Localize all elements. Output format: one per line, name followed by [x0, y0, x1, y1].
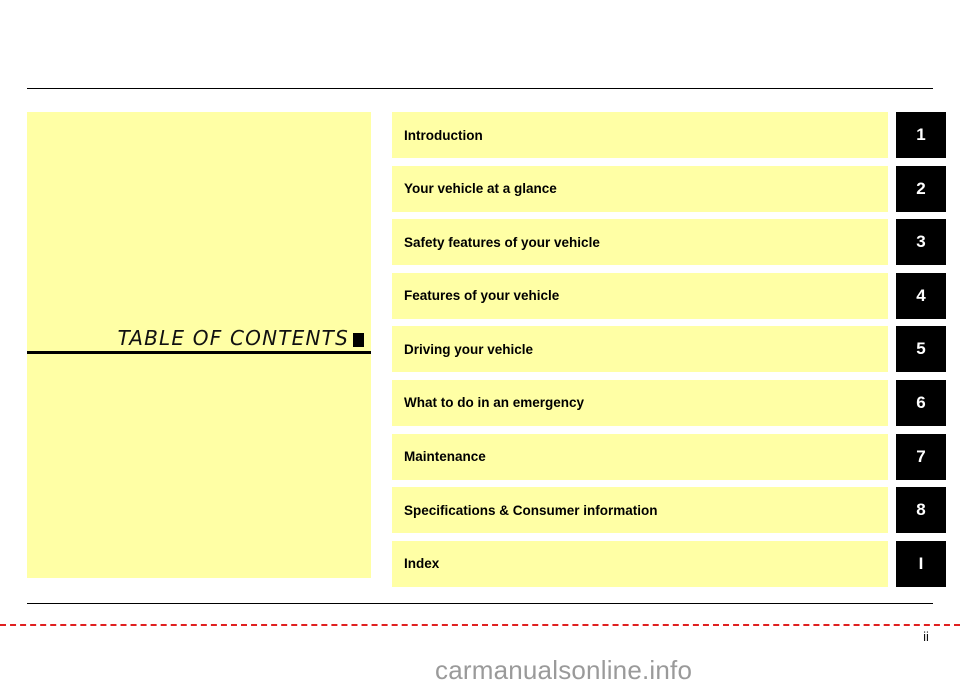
toc-entry[interactable]: Index I: [392, 540, 946, 587]
toc-entry-tab[interactable]: 5: [896, 326, 946, 373]
toc-entry[interactable]: Safety features of your vehicle 3: [392, 219, 946, 266]
watermark: carmanualsonline.info: [435, 655, 693, 685]
toc-entry[interactable]: Specifications & Consumer information 8: [392, 487, 946, 534]
toc-entry-label: Safety features of your vehicle: [392, 219, 888, 266]
page-title: TABLE OF CONTENTS: [117, 326, 349, 350]
toc-entry-tab[interactable]: 7: [896, 433, 946, 480]
toc-entry-label: Your vehicle at a glance: [392, 165, 888, 212]
toc-entry[interactable]: Introduction 1: [392, 112, 946, 158]
toc-entry-label: Maintenance: [392, 433, 888, 480]
toc-entry-tab[interactable]: 2: [896, 165, 946, 212]
toc-entry[interactable]: Your vehicle at a glance 2: [392, 165, 946, 212]
toc-entry[interactable]: Maintenance 7: [392, 433, 946, 480]
bottom-divider: [27, 603, 933, 604]
title-square-marker: [353, 333, 364, 347]
toc-entry-tab[interactable]: I: [896, 540, 946, 587]
toc-entry[interactable]: What to do in an emergency 6: [392, 379, 946, 426]
page-number: ii: [923, 629, 929, 644]
toc-entry-label: Introduction: [392, 112, 888, 158]
toc-entry-label: Driving your vehicle: [392, 326, 888, 373]
toc-entry-tab[interactable]: 8: [896, 487, 946, 534]
toc-entry[interactable]: Driving your vehicle 5: [392, 326, 946, 373]
toc-entry-label: Specifications & Consumer information: [392, 487, 888, 534]
manual-page: TABLE OF CONTENTS Introduction 1 Your ve…: [0, 0, 960, 690]
toc-entry-tab[interactable]: 6: [896, 379, 946, 426]
cut-line: [0, 624, 960, 626]
toc-entry-tab[interactable]: 1: [896, 112, 946, 158]
toc-entry[interactable]: Features of your vehicle 4: [392, 272, 946, 319]
toc-entry-label: Features of your vehicle: [392, 272, 888, 319]
toc-entry-tab[interactable]: 4: [896, 272, 946, 319]
toc-entry-label: Index: [392, 540, 888, 587]
toc-rows: Introduction 1 Your vehicle at a glance …: [392, 112, 946, 594]
toc-entry-tab[interactable]: 3: [896, 219, 946, 266]
title-underline: [27, 351, 371, 354]
toc-entry-label: What to do in an emergency: [392, 379, 888, 426]
top-divider: [27, 88, 933, 89]
